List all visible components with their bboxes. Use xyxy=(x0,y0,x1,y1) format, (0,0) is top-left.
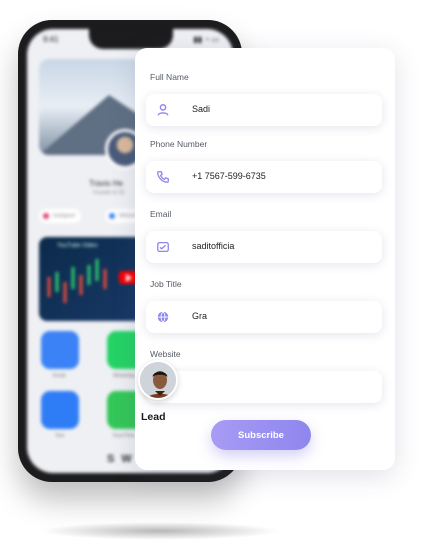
phone-icon xyxy=(157,171,169,183)
profile-name: Travis He xyxy=(89,179,123,188)
lead-label: Lead xyxy=(141,411,166,423)
full-name-value: Sadi xyxy=(192,104,211,114)
status-icons: ▮▮ ◔ ▭ xyxy=(193,35,219,44)
job-title-value: Gra xyxy=(192,311,208,321)
globe-icon xyxy=(157,311,169,323)
website-field[interactable] xyxy=(146,371,382,403)
status-time: 9:41 xyxy=(43,35,59,44)
phone-number-label: Phone Number xyxy=(150,139,208,149)
email-icon xyxy=(157,241,169,253)
full-name-field[interactable]: Sadi xyxy=(146,94,382,126)
job-title-label: Job Title xyxy=(150,279,182,289)
app-label: FaceTime xyxy=(113,433,136,439)
email-label: Email xyxy=(150,209,172,219)
mail-icon[interactable] xyxy=(41,331,79,369)
subscribe-button[interactable]: Subscribe xyxy=(211,420,311,450)
lead-avatar xyxy=(138,360,178,400)
app-label: Text xyxy=(55,433,65,439)
job-title-field[interactable]: Gra xyxy=(146,301,382,333)
lead-form-card: Full Name Sadi Phone Number +1 7567-599-… xyxy=(135,48,395,470)
website-label: Website xyxy=(150,349,181,359)
email-value: saditofficia xyxy=(192,241,235,251)
message-icon[interactable] xyxy=(41,391,79,429)
chip-label: Instagram xyxy=(53,213,76,219)
profile-subtitle: Founder & CE xyxy=(93,190,125,196)
phone-number-field[interactable]: +1 7567-599-6735 xyxy=(146,161,382,193)
app-label: Email xyxy=(53,373,66,379)
phone-notch xyxy=(89,29,173,49)
floor-shadow xyxy=(40,522,280,540)
full-name-label: Full Name xyxy=(150,72,189,82)
phone-number-value: +1 7567-599-6735 xyxy=(192,171,266,181)
email-field[interactable]: saditofficia xyxy=(146,231,382,263)
user-icon xyxy=(157,104,169,116)
stage: 9:41 ▮▮ ◔ ▭ Travis He Founder & CE Insta… xyxy=(0,0,421,548)
instagram-chip[interactable]: Instagram xyxy=(39,209,82,223)
app-label: WhatsApp xyxy=(113,373,137,379)
